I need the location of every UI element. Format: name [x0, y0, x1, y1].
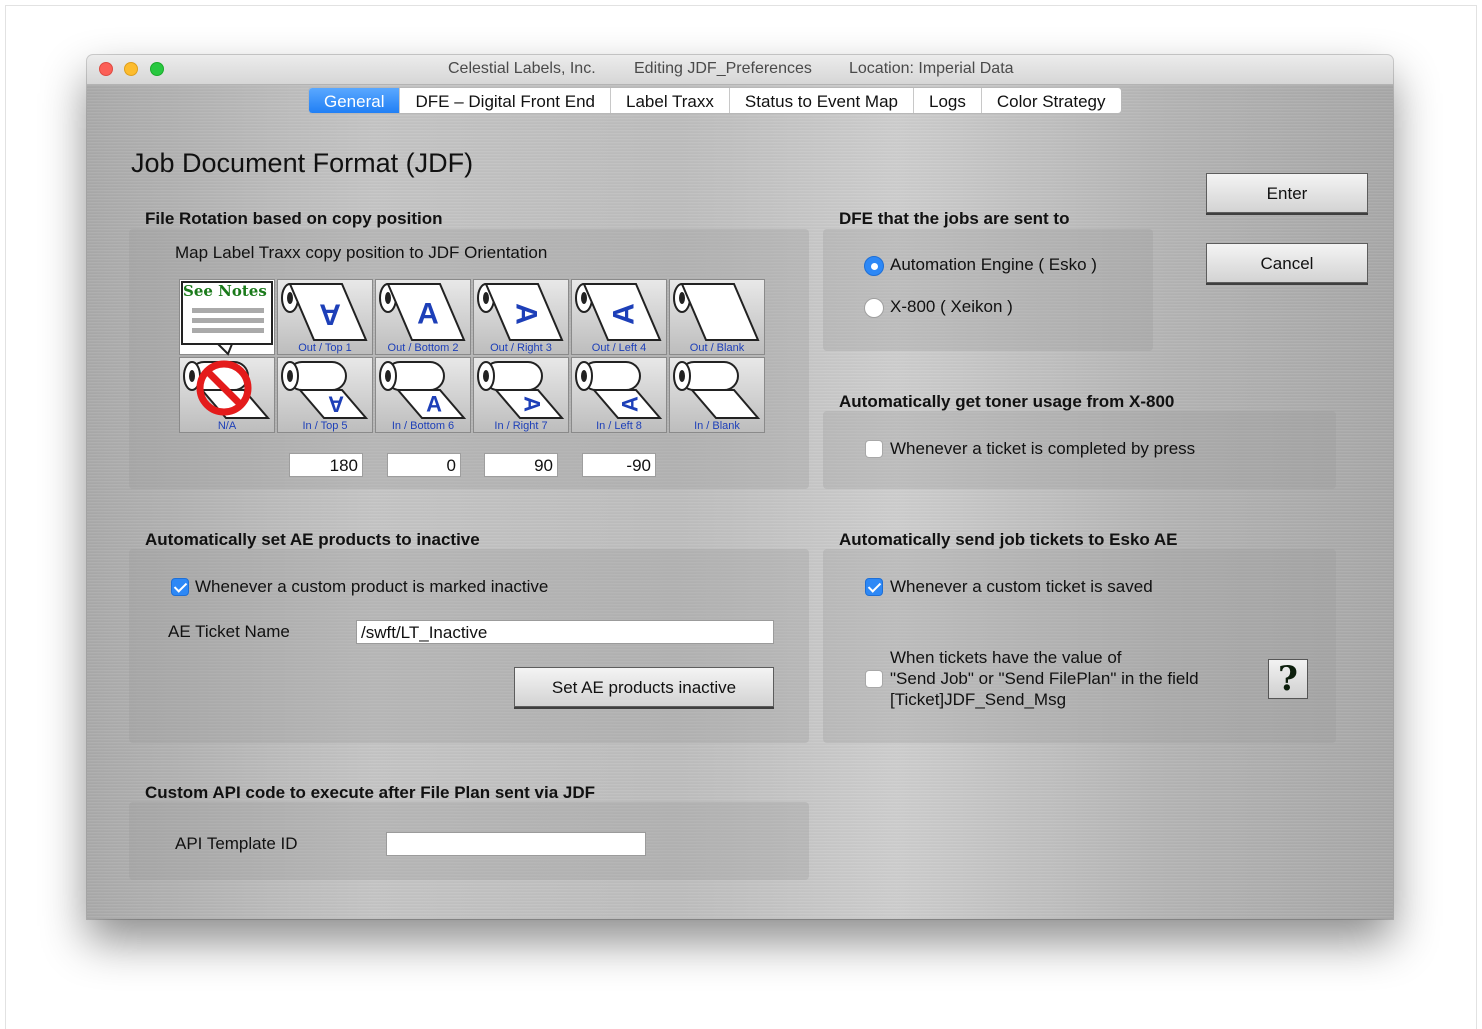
toner-checkbox[interactable] [865, 440, 883, 458]
ae-inactive-title: Automatically set AE products to inactiv… [145, 530, 480, 549]
copy-position-out-3[interactable]: A Out / Right 3 [473, 279, 569, 355]
svg-text:A: A [426, 392, 442, 417]
label-roll-icon: A [575, 361, 663, 419]
copy-position-out-1[interactable]: A Out / Top 1 [277, 279, 373, 355]
send-on-save-label[interactable]: Whenever a custom ticket is saved [890, 577, 1153, 597]
label-roll-icon: A [477, 361, 565, 419]
svg-text:A: A [510, 303, 543, 325]
see-notes-tile[interactable]: See Notes [179, 279, 275, 356]
tab-label-traxx[interactable]: Label Traxx [611, 88, 730, 113]
label-roll-icon [673, 283, 760, 341]
dfe-title: DFE that the jobs are sent to [839, 209, 1070, 228]
send-tickets-title: Automatically send job tickets to Esko A… [839, 530, 1178, 549]
send-on-field-value-checkbox[interactable] [865, 670, 883, 688]
label-roll-icon: A [575, 283, 662, 341]
tile-caption: In / Bottom 6 [391, 420, 455, 432]
api-title: Custom API code to execute after File Pl… [145, 783, 595, 802]
tile-caption: Out / Left 4 [591, 342, 647, 354]
svg-text:A: A [608, 303, 641, 325]
tab-general[interactable]: General [309, 88, 401, 113]
tab-status-event-map[interactable]: Status to Event Map [730, 88, 914, 113]
api-template-id-label: API Template ID [175, 834, 298, 853]
orientation-left-value[interactable]: -90 [582, 453, 656, 477]
help-button[interactable]: ? [1268, 659, 1308, 699]
send-on-field-value-line2: "Send Job" or "Send FilePlan" in the fie… [890, 669, 1199, 688]
tile-caption: In / Right 7 [494, 420, 548, 432]
send-on-field-value-line1: When tickets have the value of [890, 648, 1122, 667]
enter-button[interactable]: Enter [1206, 173, 1368, 213]
label-roll-icon: A [379, 283, 466, 341]
copy-position-in-2[interactable]: A In / Bottom 6 [375, 357, 471, 433]
tile-caption: N/A [217, 420, 237, 432]
orientation-top-value[interactable]: 180 [289, 453, 363, 477]
dfe-option-automation-engine[interactable]: Automation Engine ( Esko ) [890, 255, 1097, 275]
copy-position-in-3[interactable]: A In / Right 7 [473, 357, 569, 433]
orientation-right-value[interactable]: 90 [484, 453, 558, 477]
svg-text:A: A [417, 298, 439, 331]
zoom-window-button[interactable] [150, 62, 164, 76]
copy-position-out-2[interactable]: A Out / Bottom 2 [375, 279, 471, 355]
ae-inactive-checkbox-label[interactable]: Whenever a custom product is marked inac… [195, 577, 548, 597]
cancel-button[interactable]: Cancel [1206, 243, 1368, 283]
svg-text:A: A [618, 396, 643, 412]
svg-text:A: A [328, 392, 344, 417]
orientation-bottom-value[interactable]: 0 [387, 453, 461, 477]
copy-position-in-4[interactable]: A In / Left 8 [571, 357, 667, 433]
tab-color-strategy[interactable]: Color Strategy [982, 88, 1121, 113]
label-roll-icon [673, 361, 761, 419]
window-title-company: Celestial Labels, Inc. [448, 60, 596, 77]
tab-bar: General DFE – Digital Front End Label Tr… [308, 87, 1122, 114]
ae-ticket-name-label: AE Ticket Name [168, 622, 290, 641]
dfe-radio-x800[interactable] [864, 298, 884, 318]
dfe-panel [823, 229, 1153, 351]
tab-dfe[interactable]: DFE – Digital Front End [400, 88, 611, 113]
label-roll-icon: A [281, 361, 369, 419]
label-roll-icon: A [379, 361, 467, 419]
label-roll-icon [183, 360, 271, 419]
label-roll-icon: A [281, 283, 368, 341]
ae-inactive-checkbox[interactable] [171, 578, 189, 596]
window-title-editing: Editing JDF_Preferences [634, 60, 812, 77]
tile-caption: Out / Bottom 2 [387, 342, 459, 354]
see-notes-label: See Notes [183, 282, 267, 300]
minimize-window-button[interactable] [124, 62, 138, 76]
dfe-radio-automation-engine[interactable] [864, 256, 884, 276]
copy-position-out-5[interactable]: Out / Blank [669, 279, 765, 355]
close-window-button[interactable] [99, 62, 113, 76]
send-on-field-value-label[interactable]: When tickets have the value of "Send Job… [890, 647, 1199, 710]
copy-position-in-5[interactable]: In / Blank [669, 357, 765, 433]
set-ae-products-inactive-button[interactable]: Set AE products inactive [514, 667, 774, 707]
toner-checkbox-label[interactable]: Whenever a ticket is completed by press [890, 439, 1195, 459]
tile-caption: In / Left 8 [596, 420, 642, 432]
svg-text:A: A [319, 298, 341, 331]
copy-position-na[interactable]: N/A [179, 357, 275, 433]
dfe-option-x800[interactable]: X-800 ( Xeikon ) [890, 297, 1013, 317]
page-title: Job Document Format (JDF) [131, 148, 474, 178]
tile-caption: Out / Right 3 [490, 342, 552, 354]
api-template-id-input[interactable] [386, 832, 646, 856]
tile-caption: In / Top 5 [302, 420, 348, 432]
copy-position-out-4[interactable]: A Out / Left 4 [571, 279, 667, 355]
copy-position-in-1[interactable]: A In / Top 5 [277, 357, 373, 433]
window-title-location: Location: Imperial Data [849, 60, 1014, 77]
tile-caption: Out / Top 1 [298, 342, 352, 354]
title-bar: Celestial Labels, Inc. Editing JDF_Prefe… [87, 55, 1393, 85]
toner-title: Automatically get toner usage from X-800 [839, 392, 1175, 411]
tile-caption: In / Blank [694, 420, 740, 432]
file-rotation-title: File Rotation based on copy position [145, 209, 443, 228]
app-window: Celestial Labels, Inc. Editing JDF_Prefe… [87, 55, 1393, 919]
ae-ticket-name-input[interactable]: /swft/LT_Inactive [356, 620, 774, 644]
send-on-save-checkbox[interactable] [865, 578, 883, 596]
tab-logs[interactable]: Logs [914, 88, 982, 113]
svg-text:A: A [520, 396, 545, 412]
file-rotation-subtitle: Map Label Traxx copy position to JDF Ori… [175, 243, 548, 262]
send-on-field-value-line3: [Ticket]JDF_Send_Msg [890, 690, 1067, 709]
label-roll-icon: A [477, 283, 564, 341]
tile-caption: Out / Blank [689, 342, 745, 354]
